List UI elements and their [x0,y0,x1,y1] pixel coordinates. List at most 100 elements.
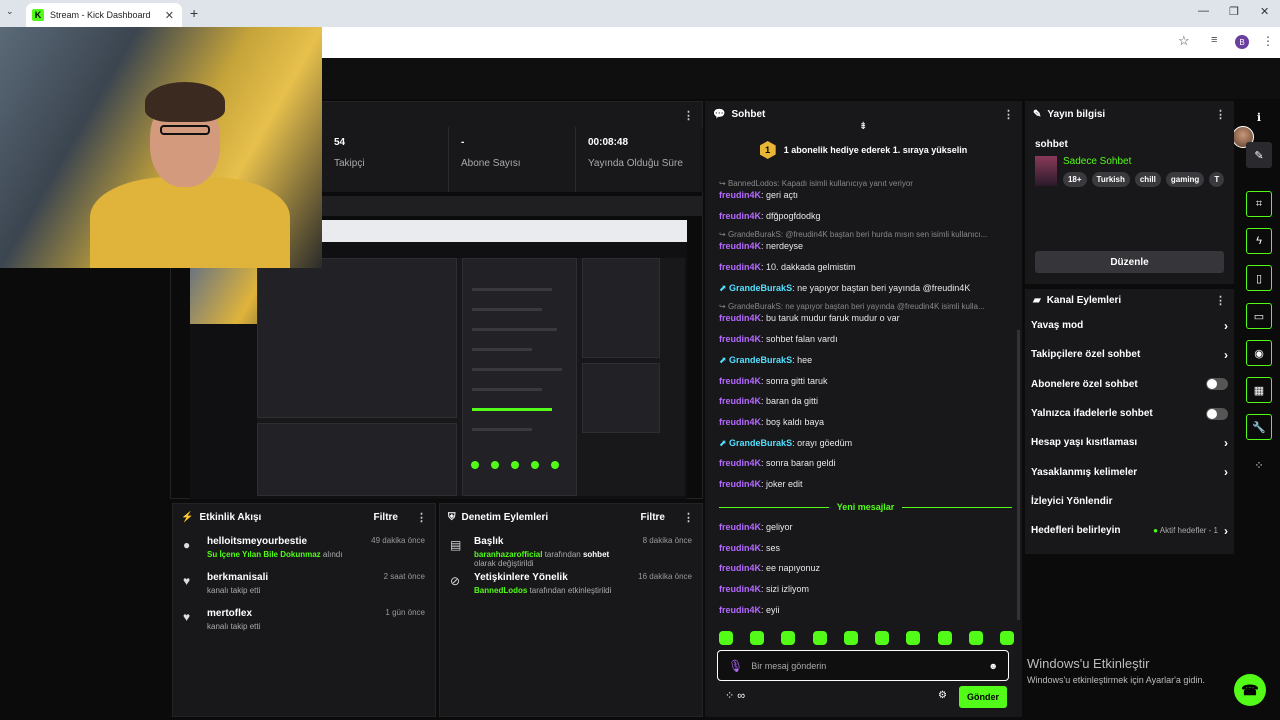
emote-icon[interactable] [781,631,796,645]
chat-username[interactable]: freudin4K [719,563,761,573]
chat-username[interactable]: GrandeBurakS [729,283,792,293]
action-goals[interactable]: Hedefleri belirleyin ● Aktif hedefler - 1… [1025,516,1234,545]
chat-reply-context: ↪ GrandeBurakS: @freudin4K baştan beri h… [719,230,988,240]
emote-icon[interactable] [812,631,827,645]
dots-icon[interactable]: ⁘ [1246,452,1272,478]
stream-panel-menu-icon[interactable]: ⋮ [683,109,694,122]
emoji-icon[interactable]: ☻ [989,661,998,671]
chevron-right-icon: › [1224,347,1228,362]
action-emotes-only[interactable]: Yalnızca ifadelerle sohbet [1025,399,1234,428]
emote-icon[interactable] [937,631,952,645]
chat-username[interactable]: GrandeBurakS [729,355,792,365]
chat-message: freudin4K: bu taruk mudur faruk mudur o … [719,313,900,324]
chat-username[interactable]: freudin4K [719,522,761,532]
pinned-gift-banner[interactable]: 1 1 abonelik hediye ederek 1. sıraya yük… [705,127,1022,173]
chat-username[interactable]: freudin4K [719,262,761,272]
chat-message: freudin4K: dfğpogfdodkg [719,210,821,221]
stat-subscribers: - Abone Sayısı [449,127,576,192]
chat-bubble-icon[interactable]: ▭ [1246,303,1272,329]
channel-actions-menu-icon[interactable]: ⋮ [1215,294,1226,307]
chat-username[interactable]: freudin4K [719,376,761,386]
chat-reply-context: ↪ BannedLodos: Kapadı isimli kullanıcıya… [719,179,913,188]
reading-list-icon[interactable]: ≡ [1211,34,1217,46]
document-icon[interactable]: ▯ [1246,265,1272,291]
wrench-icon[interactable]: 🔧 [1246,414,1272,440]
emote-icon[interactable] [968,631,983,645]
toggle-switch[interactable] [1206,378,1228,391]
profile-avatar[interactable]: B [1235,35,1249,49]
action-raid[interactable]: İzleyici Yönlendir [1025,487,1234,516]
activity-menu-icon[interactable]: ⋮ [416,511,427,524]
mod-menu-icon[interactable]: ⋮ [683,511,694,524]
chat-username[interactable]: freudin4K [719,543,761,553]
chat-username[interactable]: freudin4K [719,334,761,344]
emote-icon[interactable] [906,631,921,645]
chat-username[interactable]: freudin4K [719,458,761,468]
toggle-switch[interactable] [1206,407,1228,420]
send-button[interactable]: Gönder [959,686,1007,708]
help-chat-icon[interactable]: ☎ [1234,674,1266,706]
category-thumbnail [1035,156,1057,186]
shield-icon: ⛨ [448,511,456,523]
tag-list: 18+ Turkish chill gaming T [1062,172,1224,187]
chat-username[interactable]: freudin4K [719,211,761,221]
restore-icon[interactable]: ❐ [1229,5,1239,18]
stream-info-panel: ✎ Yayın bilgisi ⋮ sohbet Sadece Sohbet 1… [1025,101,1234,284]
tag: T [1209,172,1224,187]
action-banned-words[interactable]: Yasaklanmış kelimeler › [1025,457,1234,486]
activity-filter-button[interactable]: Filtre [374,512,398,523]
microphone-icon[interactable]: 🎙 [728,659,743,673]
chat-scrollbar[interactable] [1017,330,1020,620]
category-name[interactable]: Sadece Sohbet [1063,156,1224,167]
flash-icon[interactable]: ϟ [1246,228,1272,254]
scan-icon[interactable]: ⌗ [1246,191,1272,217]
chat-username[interactable]: GrandeBurakS [729,438,792,448]
bookmark-star-icon[interactable]: ☆ [1178,33,1190,49]
edit-icon[interactable]: ✎ [1246,142,1272,168]
chat-settings-gear-icon[interactable]: ⚙ [938,690,947,701]
action-slow-mode[interactable]: Yavaş mod › [1025,311,1234,340]
chat-new-messages: freudin4K: geliyor freudin4K: ses freudin4… [719,521,1014,624]
chat-username[interactable]: freudin4K [719,241,761,251]
action-subscribers-only[interactable]: Abonelere özel sohbet [1025,370,1234,399]
action-account-age[interactable]: Hesap yaşı kısıtlaması › [1025,428,1234,457]
chevron-right-icon: › [1224,318,1228,333]
chat-menu-icon[interactable]: ⋮ [1003,108,1014,121]
emote-icon[interactable] [999,631,1014,645]
window-close-icon[interactable]: ✕ [1260,5,1269,18]
stream-info-menu-icon[interactable]: ⋮ [1215,108,1226,121]
info-icon[interactable]: ℹ [1246,104,1272,130]
chat-username[interactable]: freudin4K [719,396,761,406]
chat-username[interactable]: freudin4K [719,479,761,489]
infinity-icon[interactable]: ⁘ ∞ [725,689,745,702]
tag: chill [1134,172,1161,187]
activity-feed-title: Etkinlik Akışı [199,511,262,523]
browser-menu-icon[interactable]: ⋮ [1262,34,1274,48]
chat-username[interactable]: freudin4K [719,417,761,427]
chat-message: freudin4K: nerdeyse [719,241,804,252]
emote-icon[interactable] [843,631,858,645]
chat-message: freudin4K: geliyor [719,522,793,532]
new-tab-icon[interactable]: + [190,5,198,21]
chat-username[interactable]: freudin4K [719,313,761,323]
mod-filter-button[interactable]: Filtre [641,512,665,523]
chat-input[interactable]: 🎙 Bir mesaj gönderin ☻ [717,650,1009,681]
edit-stream-button[interactable]: Düzenle [1035,251,1224,273]
kick-favicon-icon: K [32,9,44,21]
minimize-icon[interactable]: — [1198,5,1209,17]
action-followers-only[interactable]: Takipçilere özel sohbet › [1025,340,1234,369]
chat-username[interactable]: freudin4K [719,605,761,615]
close-tab-icon[interactable]: ✕ [165,9,174,22]
tab-search-icon[interactable]: ⌄ [6,6,14,17]
eye-off-icon: ⊘ [450,574,461,588]
emote-icon[interactable] [875,631,890,645]
chat-message: freudin4K: sizi izliyom [719,584,810,595]
chat-username[interactable]: freudin4K [719,190,761,200]
rank-badge-icon: 1 [759,141,776,159]
emote-icon[interactable] [719,631,733,645]
broadcast-icon[interactable]: ◉ [1246,340,1272,366]
chat-username[interactable]: freudin4K [719,584,761,594]
emote-icon[interactable] [750,631,765,645]
browser-tab[interactable]: K Stream - Kick Dashboard ✕ [26,3,182,27]
layout-icon[interactable]: ▦ [1246,377,1272,403]
